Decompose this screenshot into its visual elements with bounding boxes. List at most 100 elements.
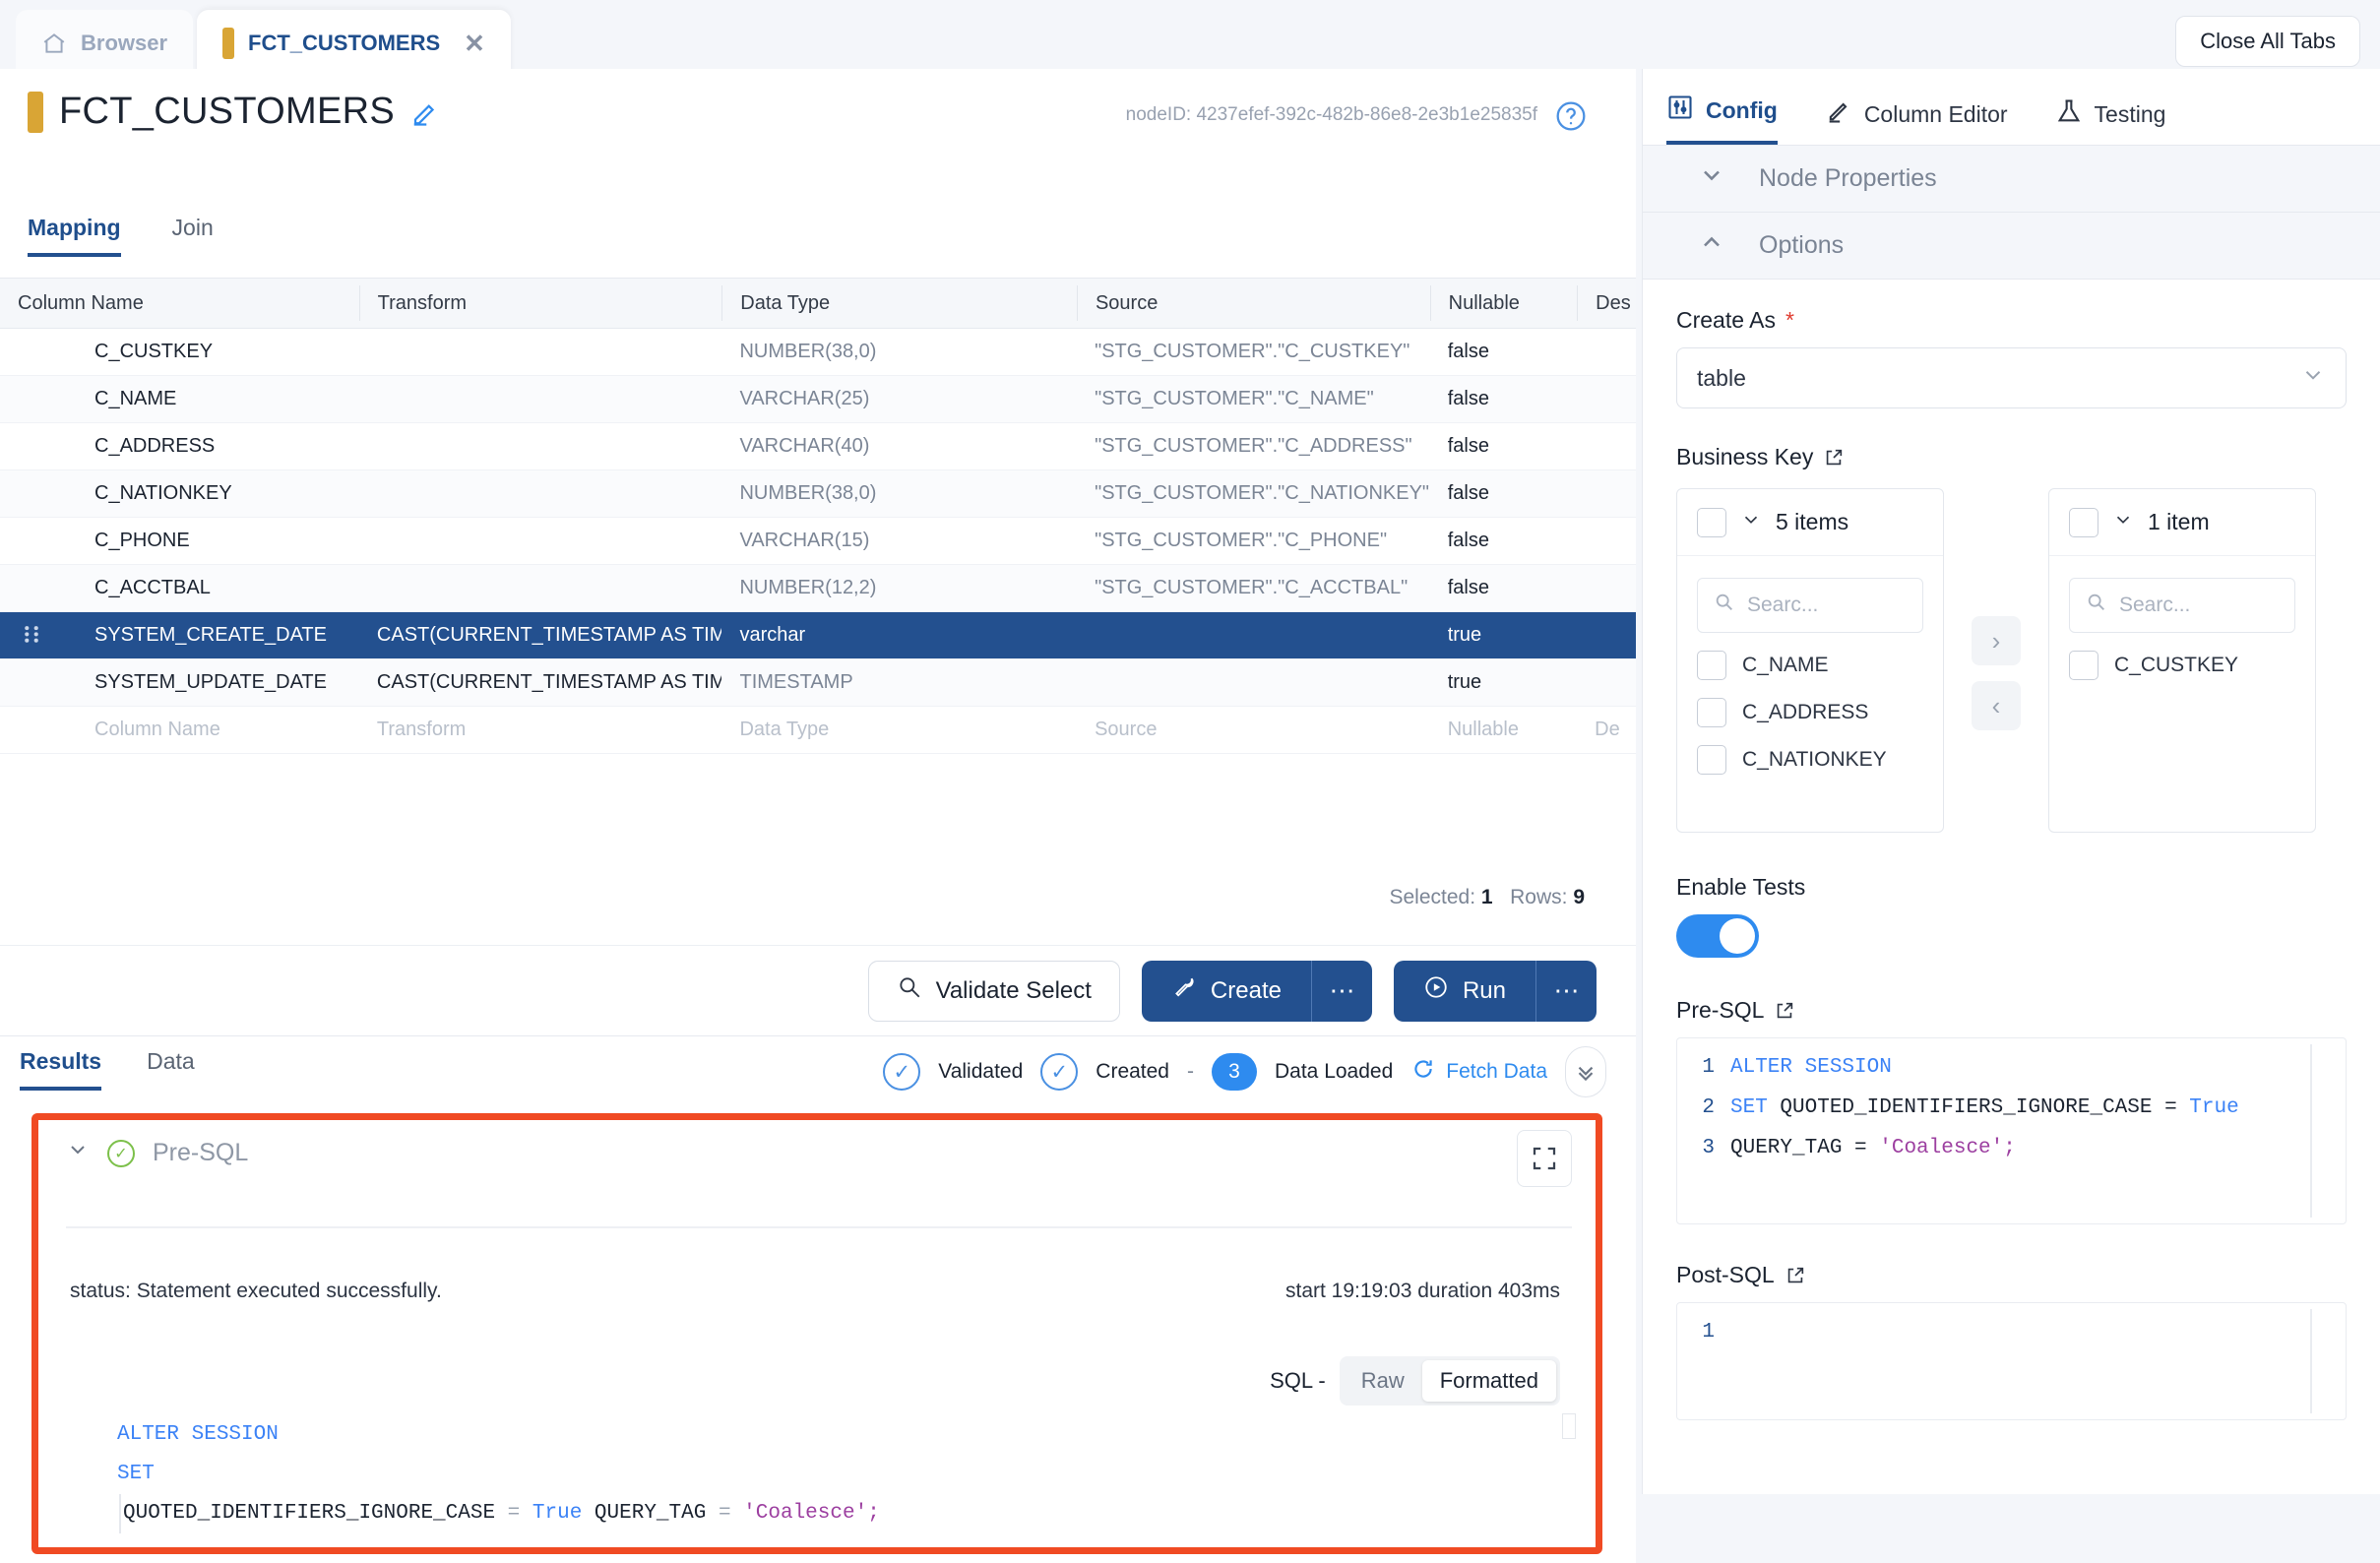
grid-header-column-name[interactable]: Column Name <box>0 285 359 321</box>
item-checkbox[interactable] <box>1697 698 1726 727</box>
collapse-results-chevron-icon[interactable] <box>1565 1046 1606 1097</box>
create-more-button[interactable]: ⋯ <box>1310 960 1372 1022</box>
cell-name[interactable]: SYSTEM_CREATE_DATE <box>0 624 359 647</box>
cell-nullable[interactable]: false <box>1430 435 1577 458</box>
cell-name[interactable]: C_NAME <box>0 388 359 410</box>
run-button[interactable]: Run <box>1394 961 1535 1022</box>
tab-results[interactable]: Results <box>20 1048 102 1091</box>
list-item[interactable]: C_CUSTKEY <box>2049 633 2315 680</box>
cell-source[interactable]: "STG_CUSTOMER"."C_NAME" <box>1077 388 1430 410</box>
create-as-select[interactable]: table <box>1676 347 2347 408</box>
cell-name[interactable]: C_CUSTKEY <box>0 341 359 363</box>
table-row[interactable]: SYSTEM_CREATE_DATE CAST(CURRENT_TIMESTAMP… <box>0 612 1636 659</box>
cell-transform[interactable]: CAST(CURRENT_TIMESTAMP AS TIM <box>359 624 722 647</box>
grid-header-transform[interactable]: Transform <box>358 285 722 321</box>
edit-pencil-icon[interactable] <box>410 97 440 127</box>
pre-sql-editor[interactable]: 1 ALTER SESSION 2 SET QUOTED_IDENTIFIERS_IG… <box>1676 1037 2347 1224</box>
cell-datatype[interactable]: varchar <box>721 624 1077 647</box>
move-right-button[interactable]: › <box>1972 616 2021 665</box>
close-all-tabs-button[interactable]: Close All Tabs <box>2175 16 2360 67</box>
list-item[interactable]: C_NATIONKEY <box>1677 727 1943 775</box>
subtab-join[interactable]: Join <box>172 215 214 257</box>
cell-nullable[interactable]: false <box>1430 530 1577 552</box>
item-checkbox[interactable] <box>2069 651 2098 680</box>
grid-header-nullable[interactable]: Nullable <box>1429 285 1578 321</box>
close-icon[interactable]: ✕ <box>464 31 485 56</box>
list-item[interactable]: C_NAME <box>1677 633 1943 680</box>
cell-name[interactable]: SYSTEM_UPDATE_DATE <box>0 671 359 694</box>
cell-datatype[interactable]: NUMBER(38,0) <box>721 482 1077 505</box>
table-row[interactable]: C_NATIONKEY NUMBER(38,0) "STG_CUSTOMER"."C… <box>0 470 1636 518</box>
select-all-checkbox[interactable] <box>2069 507 2098 537</box>
cell-nullable[interactable]: true <box>1430 624 1577 647</box>
presql-code-block[interactable]: ALTER SESSION SET QUOTED_IDENTIFIERS_IGN… <box>115 1415 1552 1533</box>
cell-source[interactable]: "STG_CUSTOMER"."C_ACCTBAL" <box>1077 577 1430 599</box>
post-sql-scrollbar[interactable] <box>2310 1309 2312 1413</box>
table-row[interactable]: C_CUSTKEY NUMBER(38,0) "STG_CUSTOMER"."C_C… <box>0 329 1636 376</box>
validate-select-button[interactable]: Validate Select <box>867 960 1120 1022</box>
tab-column-editor[interactable]: Column Editor <box>1825 97 2008 145</box>
cell-datatype[interactable]: VARCHAR(25) <box>721 388 1077 410</box>
accordion-options[interactable]: Options <box>1643 213 2380 280</box>
run-more-button[interactable]: ⋯ <box>1535 960 1597 1022</box>
post-sql-editor[interactable]: 1 <box>1676 1302 2347 1420</box>
pre-sql-scrollbar[interactable] <box>2310 1044 2312 1218</box>
accordion-node-properties[interactable]: Node Properties <box>1643 146 2380 213</box>
cell-nullable[interactable]: false <box>1430 577 1577 599</box>
grid-placeholder-row[interactable]: Column Name Transform Data Type Source N… <box>0 707 1636 754</box>
tab-data[interactable]: Data <box>147 1048 195 1091</box>
external-link-icon[interactable] <box>1823 447 1845 469</box>
enable-tests-toggle[interactable] <box>1676 914 1759 958</box>
available-search-input[interactable]: Searc... <box>1697 578 1923 633</box>
cell-datatype[interactable]: NUMBER(38,0) <box>721 341 1077 363</box>
tab-config[interactable]: Config <box>1666 94 1778 145</box>
drag-handle-icon[interactable] <box>22 625 41 647</box>
available-header[interactable]: 5 items <box>1677 489 1943 556</box>
cell-transform[interactable]: CAST(CURRENT_TIMESTAMP AS TIM <box>359 671 722 694</box>
cell-name[interactable]: C_ACCTBAL <box>0 577 359 599</box>
cell-nullable[interactable]: false <box>1430 341 1577 363</box>
presql-header[interactable]: ✓ Pre-SQL <box>66 1138 248 1168</box>
grid-header-description[interactable]: Des <box>1577 285 1636 321</box>
help-icon[interactable] <box>1555 100 1587 132</box>
cell-source[interactable]: "STG_CUSTOMER"."C_CUSTKEY" <box>1077 341 1430 363</box>
selected-search-input[interactable]: Searc... <box>2069 578 2295 633</box>
cell-nullable[interactable]: true <box>1430 671 1577 694</box>
cell-datatype[interactable]: NUMBER(12,2) <box>721 577 1077 599</box>
tab-testing[interactable]: Testing <box>2055 97 2165 145</box>
cell-datatype[interactable]: TIMESTAMP <box>721 671 1077 694</box>
external-link-icon[interactable] <box>1774 1000 1795 1022</box>
cell-source[interactable]: "STG_CUSTOMER"."C_PHONE" <box>1077 530 1430 552</box>
chevron-down-icon[interactable] <box>66 1138 90 1168</box>
sql-toggle-raw[interactable]: Raw <box>1344 1360 1422 1402</box>
cell-source[interactable]: "STG_CUSTOMER"."C_ADDRESS" <box>1077 435 1430 458</box>
move-left-button[interactable]: ‹ <box>1972 681 2021 730</box>
tab-browser[interactable]: Browser <box>16 10 194 77</box>
cell-name[interactable]: C_ADDRESS <box>0 435 359 458</box>
table-row[interactable]: C_PHONE VARCHAR(15) "STG_CUSTOMER"."C_PHON… <box>0 518 1636 565</box>
cell-nullable[interactable]: false <box>1430 388 1577 410</box>
expand-fullscreen-icon[interactable] <box>1517 1130 1572 1187</box>
table-row[interactable]: SYSTEM_UPDATE_DATE CAST(CURRENT_TIMESTAMP… <box>0 659 1636 707</box>
cell-datatype[interactable]: VARCHAR(40) <box>721 435 1077 458</box>
selected-header[interactable]: 1 item <box>2049 489 2315 556</box>
table-row[interactable]: C_ADDRESS VARCHAR(40) "STG_CUSTOMER"."C_AD… <box>0 423 1636 470</box>
create-button[interactable]: Create <box>1142 961 1311 1022</box>
fetch-data-button[interactable]: Fetch Data <box>1410 1056 1547 1088</box>
item-checkbox[interactable] <box>1697 651 1726 680</box>
sql-toggle-formatted[interactable]: Formatted <box>1421 1360 1556 1402</box>
cell-name[interactable]: C_NATIONKEY <box>0 482 359 505</box>
item-checkbox[interactable] <box>1697 745 1726 775</box>
select-all-checkbox[interactable] <box>1697 507 1726 537</box>
grid-header-source[interactable]: Source <box>1076 285 1430 321</box>
cell-nullable[interactable]: false <box>1430 482 1577 505</box>
tab-fct-customers[interactable]: FCT_CUSTOMERS ✕ <box>197 10 511 77</box>
list-item[interactable]: C_ADDRESS <box>1677 680 1943 727</box>
cell-datatype[interactable]: VARCHAR(15) <box>721 530 1077 552</box>
code-scrollbar[interactable] <box>1562 1413 1576 1439</box>
cell-name[interactable]: C_PHONE <box>0 530 359 552</box>
cell-source[interactable]: "STG_CUSTOMER"."C_NATIONKEY" <box>1077 482 1430 505</box>
table-row[interactable]: C_ACCTBAL NUMBER(12,2) "STG_CUSTOMER"."C_A… <box>0 565 1636 612</box>
code-text[interactable] <box>1730 1313 2346 1353</box>
grid-header-data-type[interactable]: Data Type <box>721 285 1077 321</box>
